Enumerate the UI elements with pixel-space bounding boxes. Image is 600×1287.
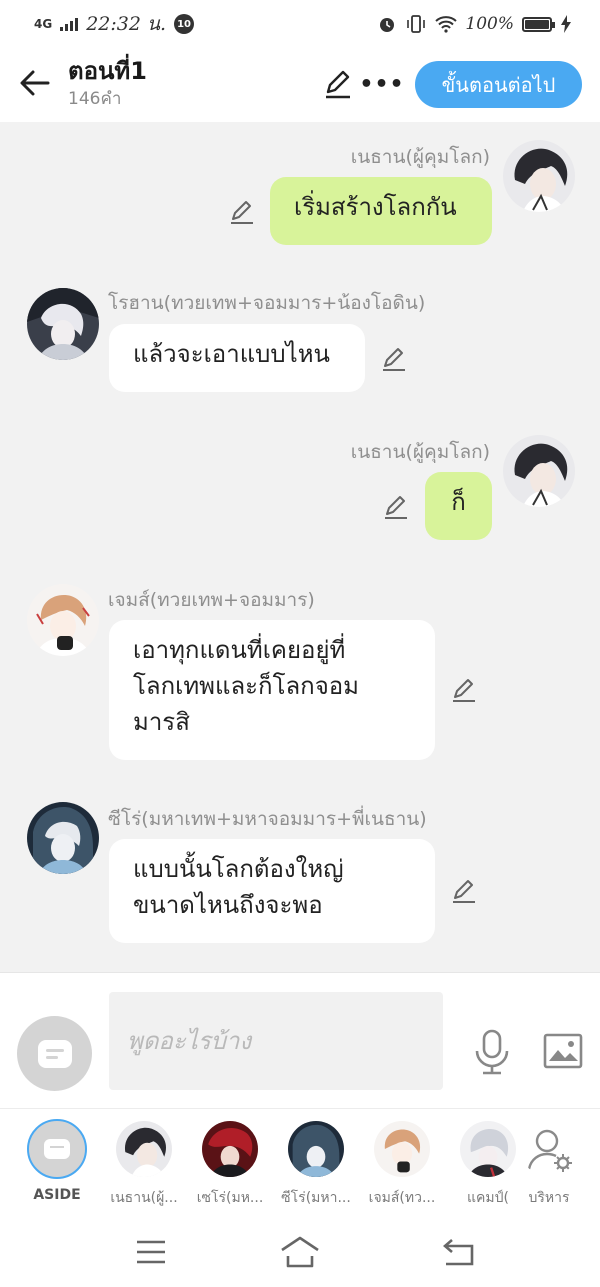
avatar[interactable] — [503, 140, 575, 212]
message-bubble[interactable]: ก็ — [425, 472, 492, 540]
page-title: ตอนที่1 — [68, 57, 147, 85]
message-sender-name: เนธาน(ผู้คุมโลก) — [350, 146, 490, 168]
character-item[interactable]: เนธาน(ผู้... — [104, 1121, 184, 1209]
character-label: ซีโร่(มหา... — [281, 1190, 351, 1206]
message-bubble[interactable]: แล้วจะเอาแบบไหน — [109, 324, 365, 392]
message-text-line: โลกเทพและก็โลกจอม — [133, 672, 359, 700]
arrow-left-icon — [20, 70, 50, 96]
avatar — [288, 1121, 344, 1177]
charging-icon — [561, 15, 571, 33]
signal-icon — [60, 17, 79, 31]
image-icon — [543, 1033, 583, 1069]
message-input[interactable] — [109, 992, 443, 1090]
microphone-button[interactable] — [473, 1029, 511, 1075]
character-strip[interactable]: ASIDE เนธาน(ผู้... เซโร่(มห... ซีโร่(มหา… — [0, 1108, 600, 1220]
aside-icon — [37, 1039, 72, 1068]
status-bar: 4G 22:32 น. 10 100% — [0, 0, 600, 48]
back-nav-button[interactable] — [438, 1234, 478, 1270]
pencil-icon — [326, 70, 350, 99]
character-label: เจมส์(ทว... — [368, 1190, 436, 1206]
menu-nav-button[interactable] — [131, 1234, 171, 1270]
character-item[interactable]: ซีโร่(มหา... — [276, 1121, 356, 1209]
return-icon — [443, 1239, 474, 1266]
pencil-icon — [453, 880, 475, 903]
edit-message-button[interactable] — [380, 345, 408, 373]
character-label: ASIDE — [33, 1187, 81, 1203]
notification-badge: 10 — [174, 14, 195, 34]
battery-percent: 100% — [465, 14, 514, 34]
edit-message-button[interactable] — [382, 493, 410, 521]
message-sender-name: เนธาน(ผู้คุมโลก) — [350, 441, 490, 463]
manage-characters-button[interactable]: บริหาร — [509, 1121, 589, 1209]
message-sender-name: เจมส์(ทวยเทพ+จอมมาร) — [108, 589, 315, 611]
character-item[interactable]: เจมส์(ทว... — [362, 1121, 442, 1209]
user-settings-icon — [527, 1129, 572, 1172]
message-text-line: มารสิ — [133, 708, 190, 736]
edit-button[interactable] — [322, 68, 354, 100]
character-label: เซโร่(มห... — [196, 1190, 264, 1206]
character-item[interactable]: เซโร่(มห... — [190, 1121, 270, 1209]
avatar — [116, 1121, 172, 1177]
message-bubble[interactable]: เริ่มสร้างโลกกัน — [270, 177, 492, 245]
avatar — [202, 1121, 258, 1177]
character-label: เนธาน(ผู้... — [110, 1190, 178, 1206]
system-nav-bar — [0, 1220, 600, 1287]
message-text: เริ่มสร้างโลกกัน — [294, 193, 457, 221]
hamburger-icon — [137, 1240, 165, 1264]
home-nav-button[interactable] — [280, 1234, 320, 1270]
character-aside[interactable]: ASIDE — [17, 1119, 97, 1203]
alarm-icon — [380, 18, 395, 32]
avatar[interactable] — [27, 802, 99, 874]
message-text: ก็ — [451, 488, 466, 516]
avatar[interactable] — [27, 584, 99, 656]
message-text: แล้วจะเอาแบบไหน — [133, 340, 330, 368]
edit-message-button[interactable] — [228, 198, 256, 226]
edit-message-button[interactable] — [450, 676, 478, 704]
word-count: 146คำ — [68, 89, 122, 109]
image-button[interactable] — [543, 1033, 583, 1069]
message-bubble[interactable]: แบบนั้นโลกต้องใหญ่ ขนาดไหนถึงจะพอ — [109, 839, 435, 943]
aside-avatar — [27, 1119, 87, 1179]
avatar — [374, 1121, 430, 1177]
battery-icon — [522, 16, 555, 32]
wifi-icon — [435, 16, 458, 33]
message-composer — [0, 972, 600, 1108]
message-sender-name: ซีโร่(มหาเทพ+มหาจอมมาร+พี่เนธาน) — [108, 808, 427, 830]
character-label: บริหาร — [528, 1190, 570, 1206]
avatar — [460, 1121, 516, 1177]
clock: 22:32 น. — [86, 13, 167, 35]
vibrate-icon — [407, 15, 426, 33]
message-sender-name: โรฮาน(ทวยเทพ+จอมมาร+น้องโอดิน) — [108, 292, 426, 314]
back-button[interactable] — [18, 66, 52, 100]
title-block: ตอนที่1 146คำ — [68, 56, 147, 112]
next-step-button[interactable]: ขั้นตอนต่อไป — [415, 61, 582, 108]
more-dots-icon: ••• — [359, 71, 405, 97]
more-options-button[interactable]: ••• — [359, 68, 403, 100]
chat-thread[interactable]: เนธาน(ผู้คุมโลก) เริ่มสร้างโลกกัน โรฮาน(… — [0, 122, 600, 972]
aside-icon — [44, 1139, 70, 1159]
message-bubble[interactable]: เอาทุกแดนที่เคยอยู่ที่ โลกเทพและก็โลกจอม… — [109, 620, 435, 760]
pencil-icon — [453, 679, 475, 702]
home-icon — [281, 1236, 319, 1268]
message-text-line: เอาทุกแดนที่เคยอยู่ที่ — [133, 636, 346, 664]
message-text-line: ขนาดไหนถึงจะพอ — [133, 891, 323, 919]
avatar[interactable] — [503, 435, 575, 507]
network-type: 4G — [34, 17, 53, 31]
pencil-icon — [383, 348, 405, 371]
pencil-icon — [385, 496, 407, 519]
top-app-bar: ตอนที่1 146คำ ••• ขั้นตอนต่อไป — [0, 48, 600, 122]
avatar[interactable] — [27, 288, 99, 360]
manage-icon-wrap — [521, 1121, 577, 1177]
message-text-line: แบบนั้นโลกต้องใหญ่ — [133, 855, 344, 883]
aside-toggle-button[interactable] — [17, 1016, 92, 1091]
microphone-icon — [475, 1029, 509, 1075]
edit-message-button[interactable] — [450, 877, 478, 905]
pencil-icon — [231, 201, 253, 224]
